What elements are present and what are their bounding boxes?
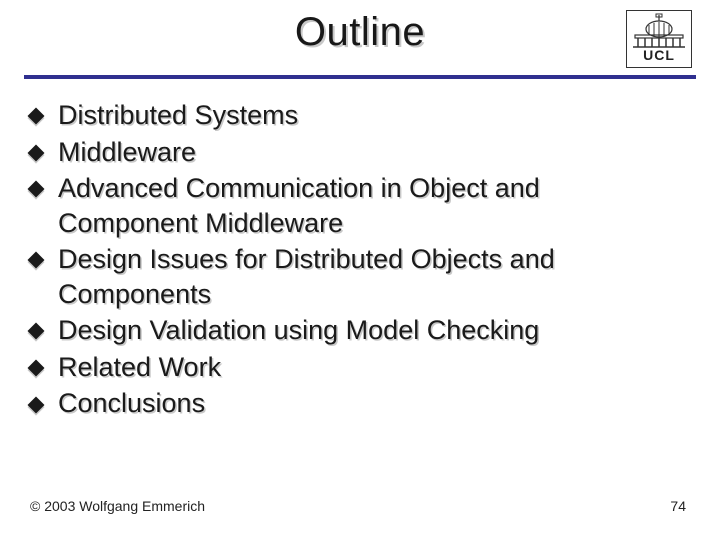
title-divider [24, 75, 696, 79]
list-item: Middleware [30, 135, 660, 170]
bullet-text: Design Validation using Model Checking [58, 315, 539, 345]
dome-icon [629, 11, 689, 49]
diamond-bullet-icon [28, 359, 45, 376]
bullet-text: Related Work [58, 352, 221, 382]
diamond-bullet-icon [28, 396, 45, 413]
list-item: Advanced Communication in Object and Com… [30, 171, 660, 240]
bullet-text: Conclusions [58, 388, 205, 418]
footer-page-number: 74 [670, 498, 686, 514]
logo-text: UCL [643, 47, 675, 63]
diamond-bullet-icon [28, 108, 45, 125]
ucl-logo: UCL [626, 10, 692, 68]
bullet-text: Middleware [58, 137, 196, 167]
diamond-bullet-icon [28, 144, 45, 161]
list-item: Design Validation using Model Checking [30, 313, 660, 348]
diamond-bullet-icon [28, 323, 45, 340]
slide-body: Distributed Systems Middleware Advanced … [30, 98, 660, 423]
list-item: Distributed Systems [30, 98, 660, 133]
list-item: Design Issues for Distributed Objects an… [30, 242, 660, 311]
footer-copyright: © 2003 Wolfgang Emmerich [30, 498, 205, 514]
diamond-bullet-icon [28, 252, 45, 269]
slide: Outline UCL Distributed Systems Mid [0, 0, 720, 540]
bullet-text: Design Issues for Distributed Objects an… [58, 244, 555, 309]
bullet-text: Distributed Systems [58, 100, 298, 130]
bullet-list: Distributed Systems Middleware Advanced … [30, 98, 660, 421]
diamond-bullet-icon [28, 181, 45, 198]
slide-title: Outline [0, 10, 720, 55]
bullet-text: Advanced Communication in Object and Com… [58, 173, 540, 238]
list-item: Related Work [30, 350, 660, 385]
list-item: Conclusions [30, 386, 660, 421]
